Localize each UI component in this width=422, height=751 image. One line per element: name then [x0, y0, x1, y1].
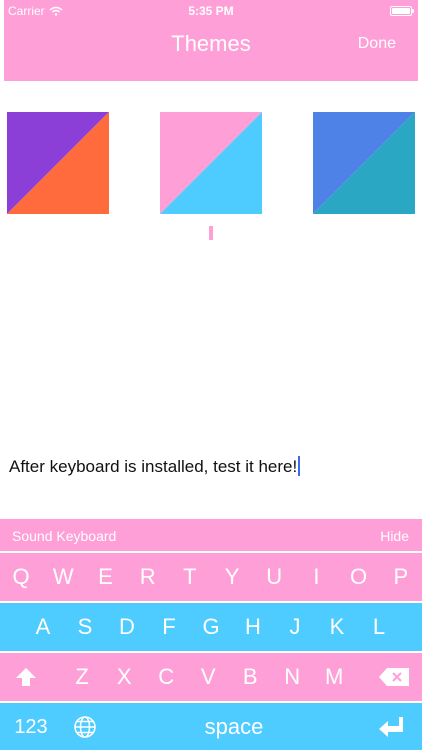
key-r[interactable]: R: [128, 553, 168, 601]
key-u[interactable]: U: [254, 553, 294, 601]
key-m[interactable]: M: [313, 653, 355, 701]
keyboard-row-4: 123 space: [0, 703, 422, 750]
keyboard-row-1: Q W E R T Y U I O P: [0, 553, 422, 601]
keyboard-toolbar: Sound Keyboard Hide: [0, 519, 422, 551]
status-bar: Carrier 5:35 PM: [4, 0, 418, 22]
key-y[interactable]: Y: [212, 553, 252, 601]
key-l[interactable]: L: [358, 603, 400, 651]
theme-swatch-3[interactable]: [313, 112, 415, 214]
done-button[interactable]: Done: [358, 35, 396, 53]
delete-key[interactable]: [365, 667, 422, 687]
keyboard-row-3: Z X C V B N M: [0, 653, 422, 701]
selected-theme-indicator: [209, 226, 213, 240]
key-e[interactable]: E: [85, 553, 125, 601]
shift-arrow-icon: [15, 668, 36, 686]
key-b[interactable]: B: [229, 653, 271, 701]
key-s[interactable]: S: [64, 603, 106, 651]
page-title: Themes: [171, 31, 251, 56]
key-x[interactable]: X: [103, 653, 145, 701]
battery-icon: [390, 6, 414, 16]
test-text-field[interactable]: After keyboard is installed, test it her…: [9, 456, 301, 477]
space-key[interactable]: space: [108, 703, 360, 751]
return-arrow-icon: [379, 716, 403, 737]
key-a[interactable]: A: [22, 603, 64, 651]
battery-level: [392, 8, 410, 14]
globe-key[interactable]: [62, 715, 108, 739]
key-w[interactable]: W: [43, 553, 83, 601]
nav-header: Carrier 5:35 PM Themes Done: [4, 0, 418, 81]
keyboard-row-2: A S D F G H J K L: [0, 603, 422, 651]
keyboard-row-3-letters: Z X C V B N M: [61, 653, 355, 701]
key-q[interactable]: Q: [1, 553, 41, 601]
key-t[interactable]: T: [170, 553, 210, 601]
hide-keyboard-button[interactable]: Hide: [380, 528, 409, 544]
key-j[interactable]: J: [274, 603, 316, 651]
key-i[interactable]: I: [296, 553, 336, 601]
key-n[interactable]: N: [271, 653, 313, 701]
key-h[interactable]: H: [232, 603, 274, 651]
numbers-key[interactable]: 123: [0, 703, 62, 751]
text-caret: [298, 456, 301, 476]
test-text-value: After keyboard is installed, test it her…: [9, 457, 298, 476]
key-d[interactable]: D: [106, 603, 148, 651]
key-o[interactable]: O: [339, 553, 379, 601]
key-f[interactable]: F: [148, 603, 190, 651]
status-time: 5:35 PM: [188, 4, 234, 18]
key-g[interactable]: G: [190, 603, 232, 651]
key-v[interactable]: V: [187, 653, 229, 701]
key-c[interactable]: C: [145, 653, 187, 701]
key-k[interactable]: K: [316, 603, 358, 651]
return-key[interactable]: [360, 716, 422, 738]
theme-swatch-2[interactable]: [160, 112, 262, 214]
key-z[interactable]: Z: [61, 653, 103, 701]
backspace-icon: [378, 668, 409, 686]
keyboard-title: Sound Keyboard: [12, 528, 117, 544]
key-p[interactable]: P: [381, 553, 421, 601]
globe-icon: [74, 715, 96, 738]
shift-key[interactable]: [0, 666, 51, 688]
theme-swatch-1[interactable]: [7, 112, 109, 214]
